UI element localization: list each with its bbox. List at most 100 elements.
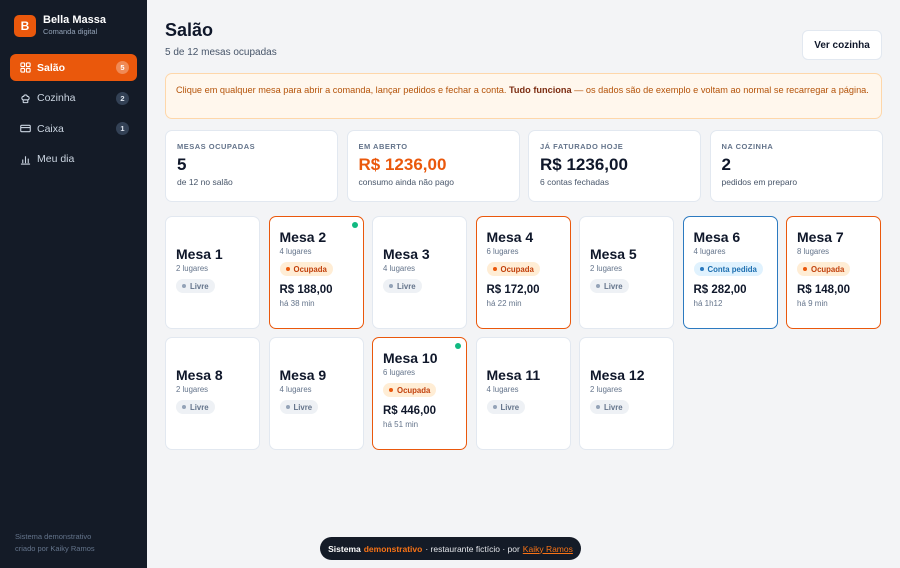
count-badge: 2 xyxy=(116,91,129,105)
table-elapsed-time: há 22 min xyxy=(486,299,522,308)
table-name: Mesa 10 xyxy=(383,350,438,366)
count-badge: 5 xyxy=(116,61,129,74)
brand-logo: B xyxy=(14,14,36,37)
stat-label: Em aberto xyxy=(358,142,408,151)
sidebar-footer-line: Sistema demonstrativo xyxy=(15,532,92,541)
sidebar-item-label: Salão xyxy=(37,61,66,74)
table-seats: 6 lugares xyxy=(486,247,519,256)
sidebar-item-caixa[interactable]: Caixa 1 xyxy=(10,115,137,142)
stat-value: 2 xyxy=(721,155,731,174)
table-card[interactable]: Mesa 5 2 lugares Livre xyxy=(579,216,674,329)
stat-label: Já faturado hoje xyxy=(540,142,624,151)
notice-bold: Tudo funciona xyxy=(509,85,572,95)
table-card[interactable]: Mesa 9 4 lugares Livre xyxy=(268,337,364,450)
status-badge: Conta pedida xyxy=(693,262,763,276)
status-dot-icon xyxy=(389,388,393,392)
status-label: Livre xyxy=(500,402,520,412)
sidebar-nav: Salão 5 Cozinha 2 Caixa 1 Meu dia xyxy=(10,54,137,176)
status-label: Ocupada xyxy=(500,264,534,274)
status-badge: Ocupada xyxy=(279,262,333,276)
stat-note: de 12 no salão xyxy=(177,177,233,187)
table-card[interactable]: Mesa 3 4 lugares Livre xyxy=(372,216,467,329)
page-title: Salão xyxy=(165,20,214,40)
stat-value: 5 xyxy=(177,155,187,174)
sidebar-item-label: Meu dia xyxy=(37,153,75,165)
table-card[interactable]: Mesa 2 4 lugares Ocupada R$ 188,00 há 38 min xyxy=(268,216,364,329)
footer-middle: · restaurante fictício · por xyxy=(425,543,520,554)
table-elapsed-time: há 9 min xyxy=(797,299,828,308)
view-kitchen-button[interactable]: Ver cozinha xyxy=(802,30,882,60)
stat-label: Na cozinha xyxy=(721,142,774,151)
table-name: Mesa 11 xyxy=(486,367,541,383)
table-card[interactable]: Mesa 4 6 lugares Ocupada R$ 172,00 há 22 min xyxy=(475,216,571,329)
stat-note: pedidos em preparo xyxy=(721,177,798,187)
table-card[interactable]: Mesa 12 2 lugares Livre xyxy=(579,337,674,450)
table-seats: 2 lugares xyxy=(590,264,623,273)
table-seats: 4 lugares xyxy=(383,264,416,273)
table-name: Mesa 3 xyxy=(383,246,430,262)
status-dot-icon xyxy=(182,284,186,288)
table-name: Mesa 6 xyxy=(693,229,741,245)
notice-text: — os dados são de exemplo e voltam ao no… xyxy=(574,85,869,95)
table-name: Mesa 12 xyxy=(590,367,645,383)
status-badge: Ocupada xyxy=(486,262,540,276)
table-elapsed-time: há 51 min xyxy=(383,420,419,429)
table-name: Mesa 7 xyxy=(797,229,844,245)
table-seats: 2 lugares xyxy=(176,264,209,273)
author-link[interactable]: Kaiky Ramos xyxy=(523,544,573,554)
status-label: Livre xyxy=(293,402,313,412)
status-dot-icon xyxy=(182,405,186,409)
table-amount: R$ 172,00 xyxy=(486,284,540,296)
table-elapsed-time: há 1h12 xyxy=(693,299,723,308)
status-dot-icon xyxy=(492,267,497,271)
status-dot-icon xyxy=(803,267,807,271)
stat-note: 6 contas fechadas xyxy=(540,177,609,187)
stat-label: Mesas ocupadas xyxy=(177,142,256,151)
table-card[interactable]: Mesa 10 6 lugares Ocupada R$ 446,00 há 51 mi… xyxy=(372,337,467,450)
status-label: Ocupada xyxy=(293,264,327,274)
table-seats: 4 lugares xyxy=(279,385,312,394)
status-label: Livre xyxy=(190,281,209,291)
status-dot-icon xyxy=(389,284,393,288)
table-seats: 2 lugares xyxy=(176,385,209,394)
table-name: Mesa 9 xyxy=(279,367,327,383)
brand-subtitle: Comanda digital xyxy=(43,27,98,36)
table-name: Mesa 2 xyxy=(279,229,327,245)
status-label: Livre xyxy=(604,402,623,412)
status-label: Conta pedida xyxy=(707,264,757,274)
sidebar-item-cozinha[interactable]: Cozinha 2 xyxy=(10,85,137,112)
status-label: Livre xyxy=(604,281,623,291)
table-seats: 4 lugares xyxy=(693,247,726,256)
order-ready-indicator xyxy=(455,343,461,349)
table-card[interactable]: Mesa 11 4 lugares Livre xyxy=(475,337,571,450)
info-notice: Clique em qualquer mesa para abrir a com… xyxy=(165,73,882,119)
status-badge: Livre xyxy=(176,400,215,414)
status-badge: Livre xyxy=(486,400,526,414)
table-card[interactable]: Mesa 1 2 lugares Livre xyxy=(165,216,260,329)
chef-hat-icon xyxy=(20,93,31,104)
status-badge: Ocupada xyxy=(383,383,437,397)
count-badge: 1 xyxy=(116,122,129,135)
footer-lead: Sistema xyxy=(328,543,361,554)
status-dot-icon xyxy=(596,405,600,409)
status-badge: Livre xyxy=(383,279,422,293)
sidebar-item-label: Caixa xyxy=(37,122,64,135)
status-badge: Ocupada xyxy=(797,262,851,276)
status-dot-icon xyxy=(596,284,600,288)
brand[interactable]: B Bella Massa Comanda digital xyxy=(14,14,106,37)
table-card[interactable]: Mesa 8 2 lugares Livre xyxy=(165,337,260,450)
table-card[interactable]: Mesa 7 8 lugares Ocupada R$ 148,00 há 9 min xyxy=(786,216,881,329)
table-seats: 2 lugares xyxy=(590,385,623,394)
stat-note: consumo ainda não pago xyxy=(358,177,454,187)
table-name: Mesa 5 xyxy=(590,246,637,262)
table-seats: 4 lugares xyxy=(486,385,519,394)
order-ready-indicator xyxy=(351,222,358,228)
table-amount: R$ 188,00 xyxy=(279,284,333,296)
table-card[interactable]: Mesa 6 4 lugares Conta pedida R$ 282,00 há 1… xyxy=(682,216,778,329)
notice-text: Clique em qualquer mesa para abrir a com… xyxy=(176,85,507,95)
status-badge: Livre xyxy=(590,400,629,414)
sidebar-item-salao[interactable]: Salão 5 xyxy=(10,54,137,81)
sidebar-item-meu-dia[interactable]: Meu dia xyxy=(10,146,137,173)
stat-card-na-cozinha: Na cozinha 2 pedidos em preparo xyxy=(709,130,883,202)
table-amount: R$ 446,00 xyxy=(383,405,437,417)
